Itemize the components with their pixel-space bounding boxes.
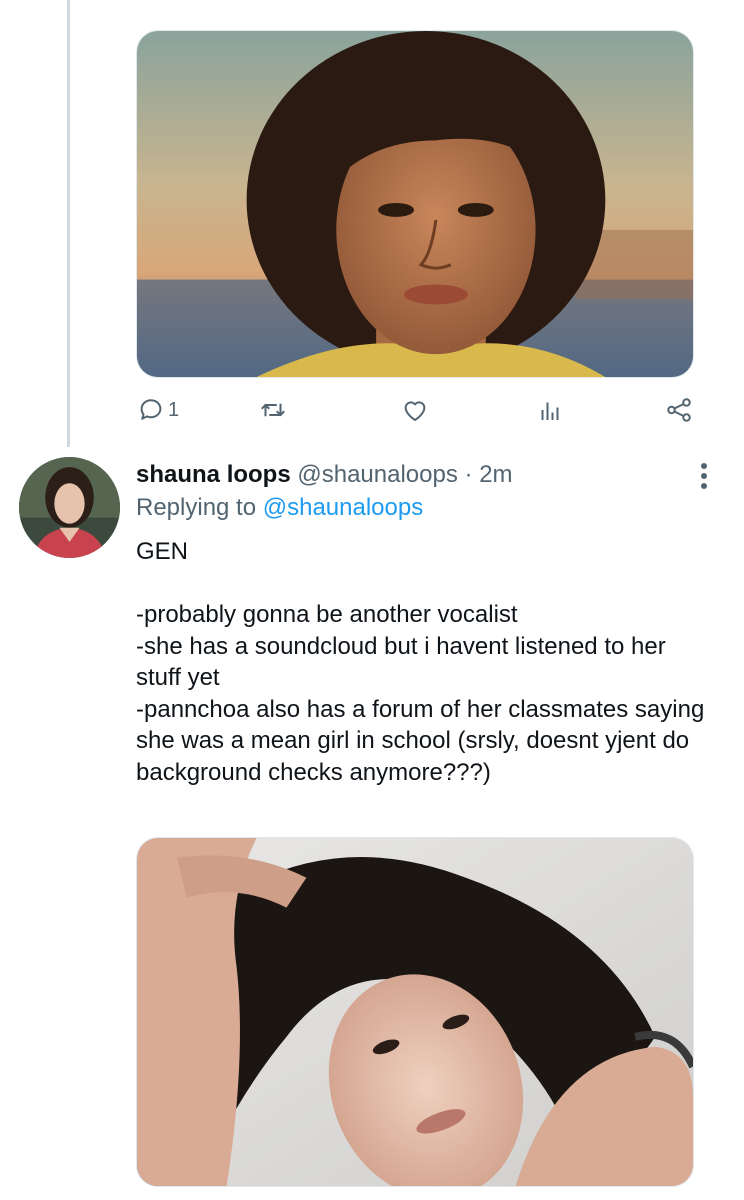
reply-count: 1 bbox=[168, 398, 180, 421]
vertical-dots-icon bbox=[701, 463, 707, 469]
share-nodes-icon bbox=[667, 398, 691, 422]
tweet-media-photo[interactable] bbox=[136, 837, 694, 1187]
tweet-media-photo[interactable] bbox=[136, 30, 694, 378]
reply-button[interactable]: 1 bbox=[136, 392, 179, 428]
more-options-button[interactable] bbox=[690, 458, 718, 494]
replying-to-line: Replying to @shaunaloops bbox=[136, 493, 423, 523]
like-button[interactable] bbox=[400, 392, 430, 428]
thread-connector-line bbox=[67, 0, 70, 447]
vertical-dots-icon bbox=[701, 483, 707, 489]
author-display-name[interactable]: shauna loops bbox=[136, 461, 291, 488]
share-button[interactable] bbox=[664, 392, 694, 428]
replying-to-mention[interactable]: @shaunaloops bbox=[263, 494, 423, 521]
author-handle[interactable]: @shaunaloops bbox=[297, 461, 457, 488]
replying-to-label: Replying to bbox=[136, 494, 257, 521]
tweet-text-line: -pannchoa also has a forum of her classm… bbox=[136, 695, 705, 786]
tweet-text-heading: GEN bbox=[136, 538, 189, 565]
retweet-arrows-icon bbox=[261, 403, 285, 417]
retweet-button[interactable] bbox=[258, 392, 288, 428]
reply-bubble-icon bbox=[140, 399, 162, 420]
analytics-button[interactable] bbox=[534, 392, 564, 428]
vertical-dots-icon bbox=[701, 473, 707, 479]
portrait-photo-image bbox=[137, 838, 693, 1186]
tweet-text-line: -she has a soundcloud but i havent liste… bbox=[136, 632, 666, 692]
separator-dot: · bbox=[464, 461, 473, 488]
analytics-bars-icon bbox=[541, 402, 559, 420]
tweet-timestamp[interactable]: 2m bbox=[479, 461, 512, 488]
heart-icon bbox=[404, 401, 426, 421]
portrait-photo-image bbox=[137, 31, 693, 377]
avatar-image bbox=[19, 457, 120, 558]
tweet-text: GEN -probably gonna be another vocalist … bbox=[136, 536, 716, 788]
tweet-text-line: -probably gonna be another vocalist bbox=[136, 601, 518, 628]
avatar[interactable] bbox=[19, 457, 120, 558]
tweet-header: shauna loops @shaunaloops · 2m bbox=[136, 460, 513, 490]
tweet-action-bar: 1 bbox=[136, 392, 696, 428]
